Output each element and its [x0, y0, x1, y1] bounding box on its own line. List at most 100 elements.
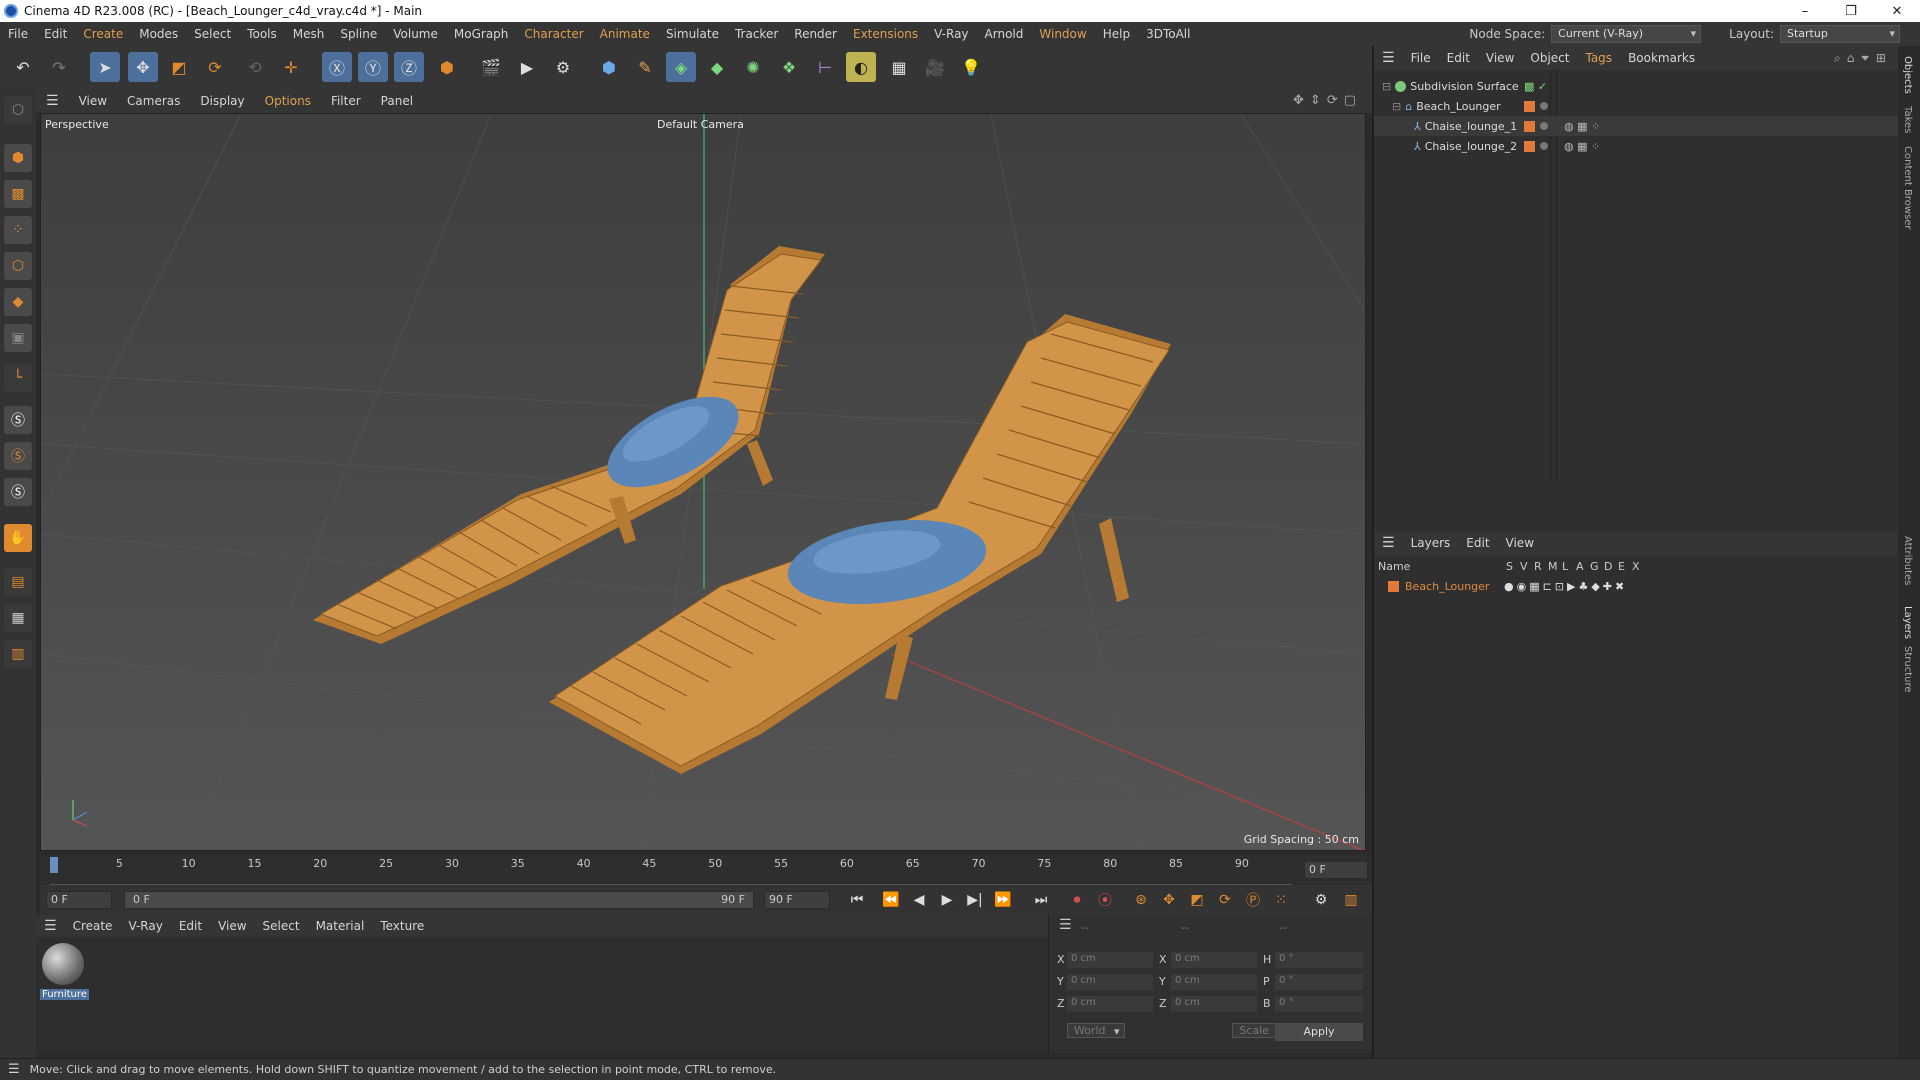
menu-tools[interactable]: Tools: [239, 27, 285, 41]
record-icon[interactable]: ⏺: [1066, 889, 1088, 911]
render-settings-icon[interactable]: ⚙: [548, 52, 578, 82]
rotation-h-field[interactable]: 0 °: [1275, 952, 1363, 968]
menu-edit[interactable]: Edit: [36, 27, 75, 41]
lock-y-axis-icon[interactable]: Ⓨ: [358, 52, 388, 82]
cube-icon[interactable]: ⬢: [594, 52, 624, 82]
viewport-menu-view[interactable]: View: [69, 94, 117, 108]
side-tab-attributes[interactable]: Attributes: [1902, 536, 1913, 585]
recent-tool-icon[interactable]: ⟲: [240, 52, 270, 82]
mograph-icon[interactable]: ❖: [774, 52, 804, 82]
keyframe-selection-icon[interactable]: ⊛: [1130, 889, 1152, 911]
floor-icon[interactable]: ▦: [884, 52, 914, 82]
object-name[interactable]: Chaise_lounge_2: [1425, 140, 1517, 153]
object-menu-file[interactable]: File: [1403, 51, 1439, 65]
menu-tracker[interactable]: Tracker: [727, 27, 786, 41]
select-tool-icon[interactable]: ➤: [90, 52, 120, 82]
material-menu-material[interactable]: Material: [308, 919, 373, 933]
menu-simulate[interactable]: Simulate: [658, 27, 727, 41]
side-tab-layers[interactable]: Layers: [1902, 606, 1913, 639]
snap-settings-icon[interactable]: Ⓢ: [4, 442, 32, 470]
menu-mograph[interactable]: MoGraph: [446, 27, 517, 41]
menu-mesh[interactable]: Mesh: [285, 27, 333, 41]
key-position-icon[interactable]: ✥: [1158, 889, 1180, 911]
object-search-icons[interactable]: ⌕⌂⏷⊞: [1834, 51, 1900, 66]
layer-color-swatch[interactable]: [1388, 580, 1399, 592]
close-button[interactable]: ✕: [1874, 4, 1920, 19]
object-row-chaise-2[interactable]: ⅄ Chaise_lounge_2 ◍ ▦ ⁘: [1374, 136, 1900, 156]
camera-icon[interactable]: 🎥: [920, 52, 950, 82]
material-menu-select[interactable]: Select: [255, 919, 308, 933]
position-y-field[interactable]: 0 cm: [1067, 974, 1153, 990]
pen-spline-icon[interactable]: ✎: [630, 52, 660, 82]
tweak-mode-icon[interactable]: ✋: [4, 524, 32, 552]
position-z-field[interactable]: 0 cm: [1067, 996, 1153, 1012]
layer-row-beach-lounger[interactable]: Beach_Lounger ●◉▦⊏⊡▶♣◆✚✖: [1374, 576, 1900, 596]
polygons-mode-icon[interactable]: ◆: [4, 288, 32, 316]
layer-name[interactable]: Beach_Lounger: [1405, 580, 1489, 593]
viewport-menu-display[interactable]: Display: [190, 94, 254, 108]
undo-icon[interactable]: ↶: [8, 52, 38, 82]
key-scale-icon[interactable]: ◩: [1186, 889, 1208, 911]
lock-x-axis-icon[interactable]: Ⓧ: [322, 52, 352, 82]
field-icon[interactable]: ◐: [846, 52, 876, 82]
layout-select[interactable]: Startup: [1780, 25, 1900, 43]
menu-select[interactable]: Select: [186, 27, 239, 41]
menu-help[interactable]: Help: [1095, 27, 1138, 41]
menu-file[interactable]: File: [0, 27, 36, 41]
viewport-menu-filter[interactable]: Filter: [321, 94, 371, 108]
workplane-icon[interactable]: ▤: [4, 568, 32, 596]
next-key-icon[interactable]: ⏩: [992, 889, 1014, 911]
layer-menu-layers[interactable]: Layers: [1403, 536, 1459, 550]
material-tag-icon[interactable]: ◍ ▦ ⁘: [1564, 120, 1600, 133]
material-name[interactable]: Furniture: [40, 989, 89, 1000]
menu-arnold[interactable]: Arnold: [977, 27, 1032, 41]
size-z-field[interactable]: 0 cm: [1171, 996, 1257, 1012]
minimize-button[interactable]: –: [1782, 4, 1828, 19]
menu-volume[interactable]: Volume: [385, 27, 446, 41]
side-tab-content-browser[interactable]: Content Browser: [1902, 146, 1913, 229]
edges-mode-icon[interactable]: ⬡: [4, 252, 32, 280]
prev-frame-icon[interactable]: ◀: [908, 889, 930, 911]
layer-color-swatch[interactable]: [1524, 120, 1535, 132]
menu-character[interactable]: Character: [516, 27, 591, 41]
object-row-subdivision[interactable]: ⊟ Subdivision Surface ▩ ✓: [1374, 76, 1900, 96]
layer-color-swatch[interactable]: [1524, 140, 1535, 152]
object-name[interactable]: Beach_Lounger: [1416, 100, 1500, 113]
layer-toggle-icons[interactable]: ●◉▦⊏⊡▶♣◆✚✖: [1504, 580, 1627, 593]
redo-icon[interactable]: ↷: [44, 52, 74, 82]
menu-extensions[interactable]: Extensions: [845, 27, 926, 41]
menu-vray[interactable]: V-Ray: [926, 27, 976, 41]
start-frame-field[interactable]: 0 F: [46, 891, 112, 909]
timeline-window-icon[interactable]: ▥: [1340, 889, 1362, 911]
material-menu-view[interactable]: View: [210, 919, 254, 933]
motion-system-icon[interactable]: ⚙: [1310, 889, 1332, 911]
viewport-nav-icons[interactable]: ✥⇕⟳▢: [1293, 93, 1372, 108]
material-menu-create[interactable]: Create: [65, 919, 121, 933]
grid-icon[interactable]: ▦: [4, 604, 32, 632]
model-mode-icon[interactable]: ⬢: [4, 144, 32, 172]
render-view-icon[interactable]: 🎬: [476, 52, 506, 82]
play-icon[interactable]: ▶: [936, 889, 958, 911]
goto-start-icon[interactable]: ⏮: [846, 889, 868, 911]
timeline-ruler[interactable]: 0 5 10 15 20 25 30 35 40 45 50 55 60 65 …: [40, 855, 1372, 885]
check-icon[interactable]: ▩ ✓: [1524, 80, 1547, 93]
object-menu-bookmarks[interactable]: Bookmarks: [1620, 51, 1703, 65]
material-hamburger-icon[interactable]: ☰: [36, 918, 65, 934]
goto-end-icon[interactable]: ⏭: [1030, 889, 1052, 911]
subdivision-surface-icon[interactable]: ◈: [666, 52, 696, 82]
playhead[interactable]: [50, 857, 58, 873]
object-menu-object[interactable]: Object: [1522, 51, 1577, 65]
rotate-tool-icon[interactable]: ⟳: [200, 52, 230, 82]
viewport-hamburger-icon[interactable]: ☰: [36, 93, 69, 109]
cloner-icon[interactable]: ✺: [738, 52, 768, 82]
material-menu-vray[interactable]: V-Ray: [120, 919, 170, 933]
object-name[interactable]: Subdivision Surface: [1410, 80, 1518, 93]
current-frame-field[interactable]: 0 F: [1304, 861, 1368, 879]
move-tool-icon[interactable]: ✥: [128, 52, 158, 82]
3d-viewport[interactable]: Perspective Default Camera Grid Spacing …: [40, 113, 1366, 851]
layer-menu-edit[interactable]: Edit: [1458, 536, 1497, 550]
menu-modes[interactable]: Modes: [131, 27, 186, 41]
object-menu-tags[interactable]: Tags: [1577, 51, 1620, 65]
rotation-b-field[interactable]: 0 °: [1275, 996, 1363, 1012]
light-icon[interactable]: 💡: [956, 52, 986, 82]
